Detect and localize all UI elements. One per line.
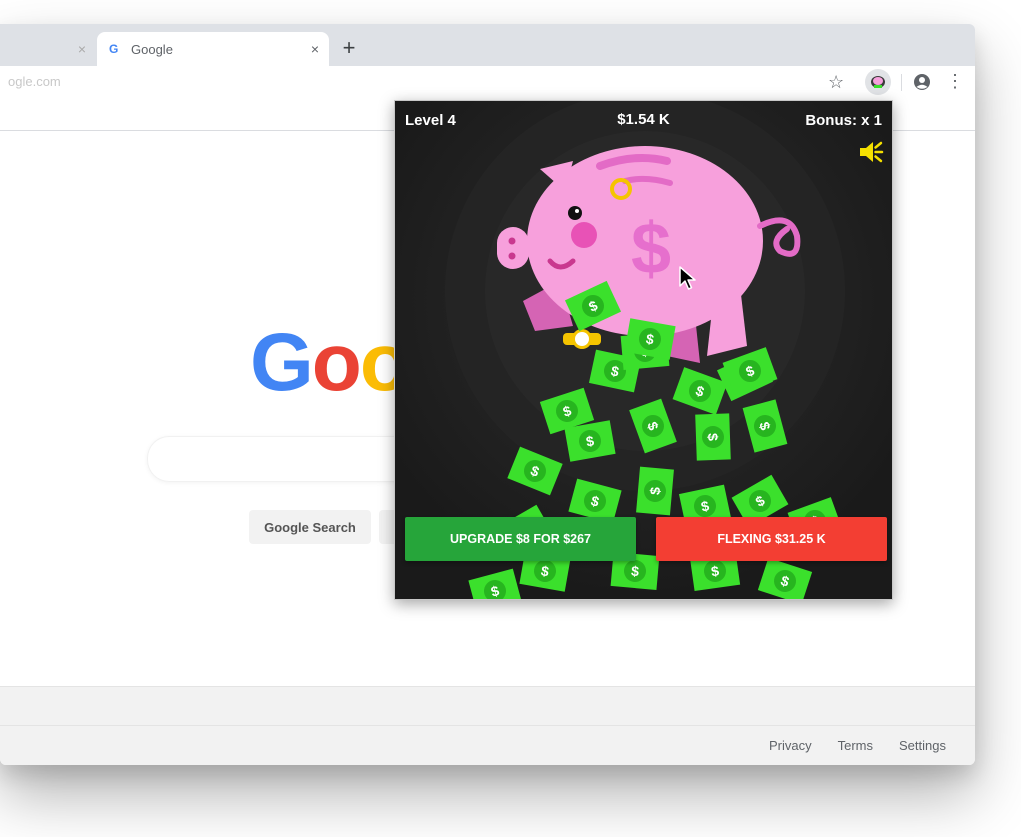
flex-button[interactable]: FLEXING $31.25 K [656,517,887,561]
footer-link-settings[interactable]: Settings [899,738,946,753]
google-favicon-icon: G [109,42,119,56]
speaker-muted-icon[interactable] [858,139,884,170]
pig-dollar-symbol: $ [631,209,671,289]
google-search-button[interactable]: Google Search [249,510,371,544]
footer-links: Privacy Terms Settings [769,738,946,753]
google-logo: Goo [250,316,410,410]
logo-letter: G [250,317,314,408]
menu-icon[interactable]: ⋮ [946,72,964,90]
new-tab-button[interactable]: + [338,35,360,60]
tab-close-icon[interactable]: × [78,41,86,57]
level-label: Level 4 [405,112,456,129]
footer-bar: Privacy Terms Settings [0,725,975,765]
omnibox-url[interactable]: ogle.com [8,74,61,89]
upgrade-button[interactable]: UPGRADE $8 FOR $267 [405,517,636,561]
account-icon[interactable] [913,73,931,96]
extension-popup: $ $1.54 K Level 4 Bonus: x 1 UPGRADE $8 … [394,100,893,600]
footer-link-privacy[interactable]: Privacy [769,738,812,753]
bonus-label: Bonus: x 1 [805,112,882,129]
tab-title: Google [131,41,173,57]
tab-google[interactable]: G Google × [97,32,329,66]
toolbar-divider [901,74,902,91]
extension-pig-icon[interactable] [865,69,891,95]
tab-close-icon[interactable]: × [311,41,319,57]
footer-country-bar [0,686,975,726]
tab-strip: × G Google × + [0,24,975,66]
footer-link-terms[interactable]: Terms [838,738,873,753]
mouse-cursor-icon [679,266,697,297]
star-icon[interactable]: ☆ [828,72,844,93]
logo-letter: o [311,317,362,408]
tab-background[interactable]: × [0,32,96,66]
browser-toolbar: ogle.com ☆ ⋮ [0,66,975,98]
